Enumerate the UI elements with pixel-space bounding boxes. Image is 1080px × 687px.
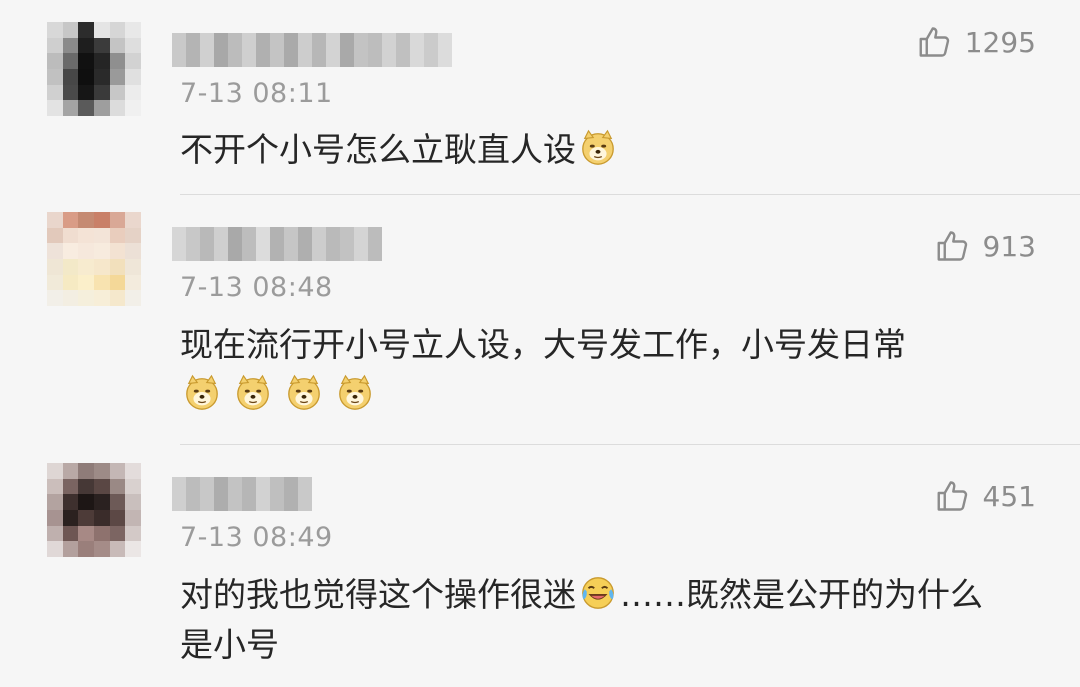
like-count: 913 [982,229,1036,263]
divider [180,444,1080,445]
doge-emoji [234,374,272,412]
comment-timestamp: 7-13 08:49 [180,522,333,553]
comment-text-part: 不开个小号怎么立耿直人设 [180,130,576,169]
like-button[interactable]: 451 [935,478,1036,514]
avatar[interactable] [47,463,141,557]
comment-text-part: 对的我也觉得这个操作很迷 [180,575,576,614]
thumbs-up-outline-icon [919,27,949,57]
like-button[interactable]: 913 [935,228,1036,264]
comment-timestamp: 7-13 08:48 [180,272,333,303]
comment-text: 现在流行开小号立人设，大号发工作，小号发日常 [180,320,1010,420]
doge-emoji [579,129,617,167]
doge-emoji [183,374,221,412]
avatar[interactable] [47,212,141,306]
username-blurred[interactable] [172,477,312,511]
doge-emoji [285,374,323,412]
comment-text: 不开个小号怎么立耿直人设 [180,125,1010,175]
thumbs-up-outline-icon [937,481,967,511]
username-blurred[interactable] [172,33,452,67]
thumbs-up-outline-icon [937,231,967,261]
username-blurred[interactable] [172,227,382,261]
laugh-cry-emoji [579,574,617,612]
comment-timestamp: 7-13 08:11 [180,78,333,109]
like-count: 451 [982,479,1036,513]
comment-text: 对的我也觉得这个操作很迷 ……既然是公开的为什么是小号 [180,570,1010,670]
like-button[interactable]: 1295 [917,24,1036,60]
doge-emoji [336,374,374,412]
like-count: 1295 [964,25,1036,59]
comment-text-part: 现在流行开小号立人设，大号发工作，小号发日常 [180,325,906,364]
divider [180,194,1080,195]
avatar[interactable] [47,22,141,116]
